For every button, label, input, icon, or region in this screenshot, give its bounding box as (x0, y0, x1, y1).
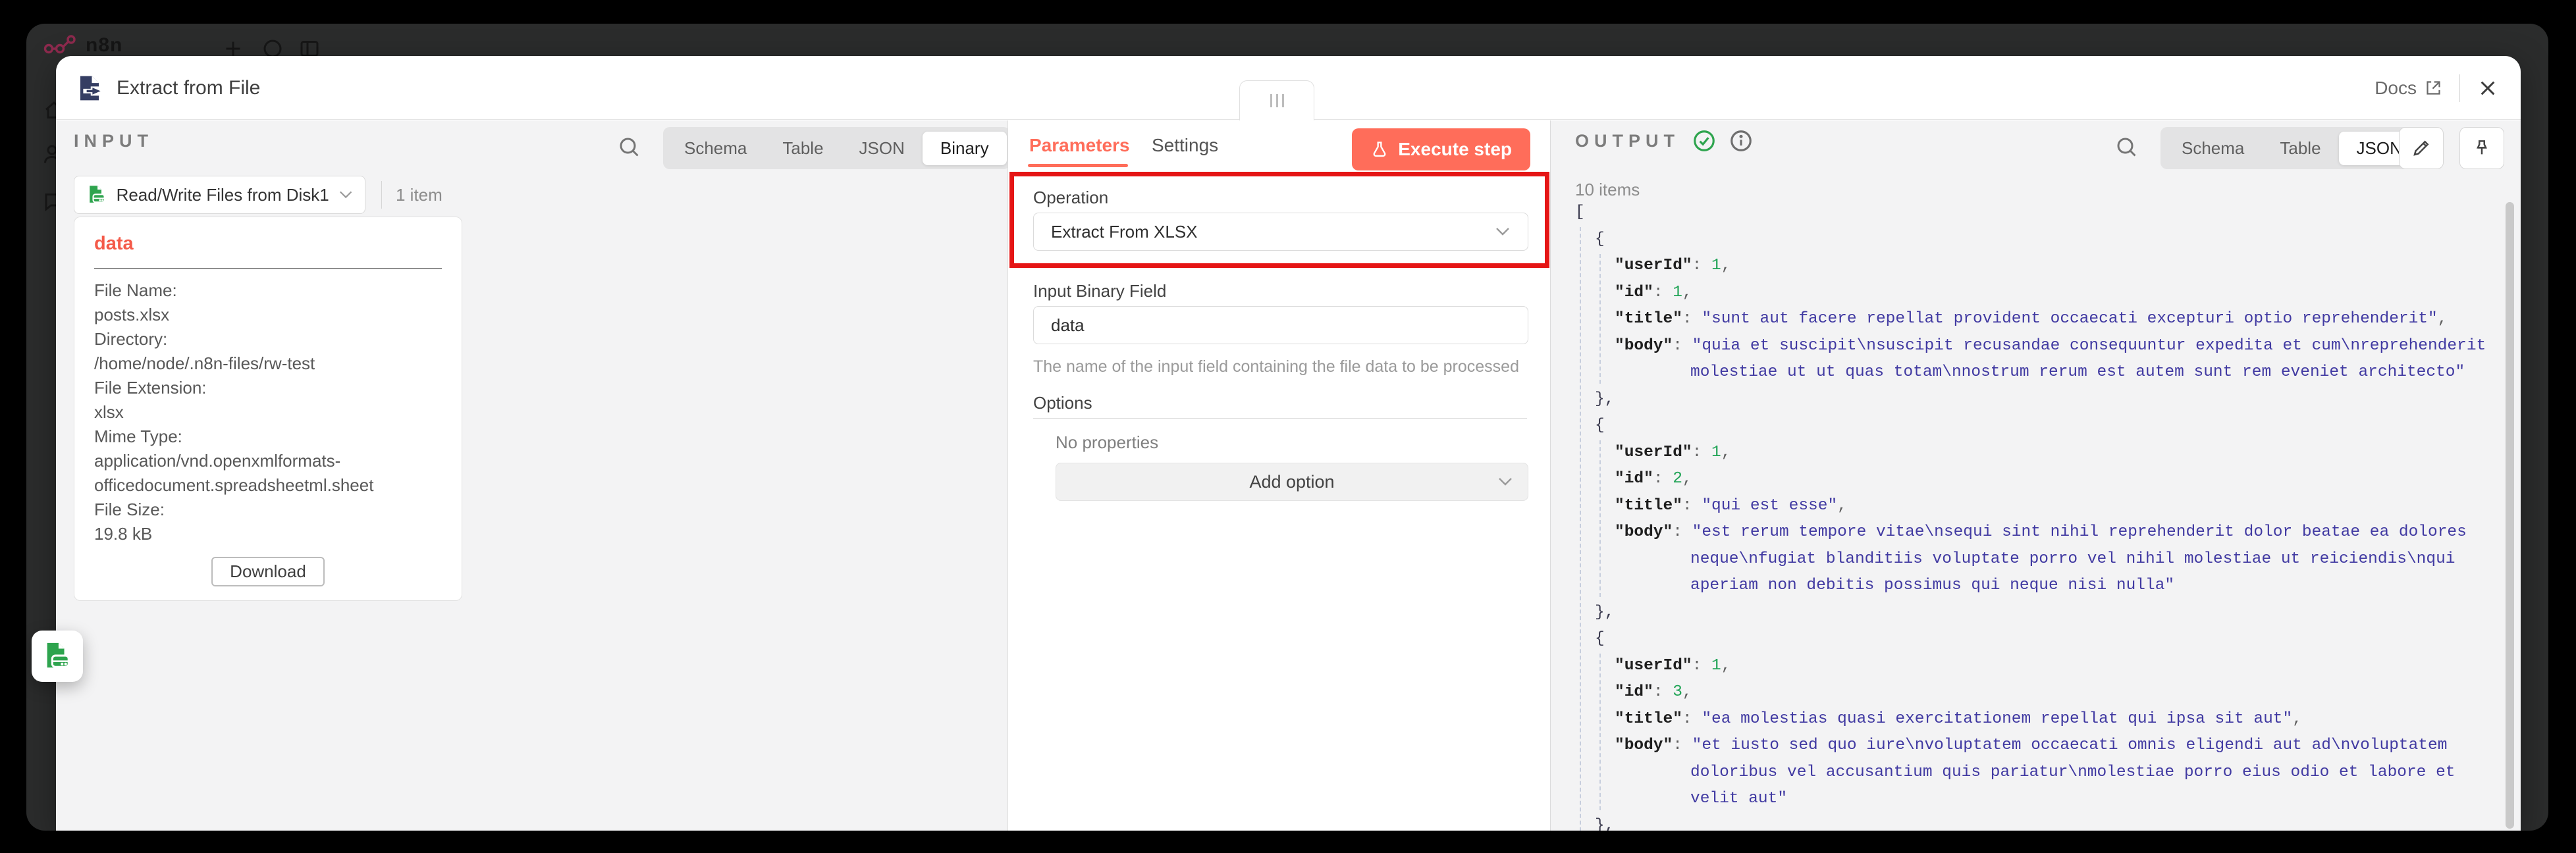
json-line: }, (1575, 386, 2510, 413)
n8n-logo-icon (43, 34, 76, 57)
options-empty-text: No properties (1056, 432, 1158, 453)
input-source-select[interactable]: Read/Write Files from Disk1 (74, 176, 365, 214)
download-button[interactable]: Download (211, 557, 325, 586)
input-label: INPUT (74, 131, 153, 151)
logo-text: n8n (86, 34, 122, 57)
pin-data-button[interactable] (2459, 127, 2504, 169)
edit-output-button[interactable] (2399, 127, 2444, 169)
file-meta-label: File Size: (94, 498, 442, 522)
pencil-icon (2411, 138, 2431, 158)
json-line: }, (1575, 813, 2510, 831)
info-icon[interactable] (1729, 128, 1754, 153)
card-divider (94, 268, 442, 269)
json-line: "body": "est rerum tempore vitae\nsequi … (1575, 519, 2510, 600)
flask-icon (1370, 140, 1389, 159)
json-line: "title": "qui est esse", (1575, 493, 2510, 520)
json-line: "title": "sunt aut facere repellat provi… (1575, 306, 2510, 333)
file-meta-label: File Name: (94, 278, 442, 303)
json-line: { (1575, 226, 2510, 253)
input-view-tabs: SchemaTableJSONBinary (663, 127, 1007, 169)
binary-data-card: data File Name:posts.xlsxDirectory:/home… (74, 217, 462, 601)
binary-field-input[interactable]: data (1033, 306, 1528, 344)
view-tab-json[interactable]: JSON (842, 132, 923, 165)
options-divider (1033, 418, 1527, 419)
view-tab-table[interactable]: Table (2262, 132, 2338, 165)
source-separator (381, 181, 382, 209)
docs-link[interactable]: Docs (2375, 78, 2442, 99)
external-link-icon (2425, 79, 2442, 97)
n8n-logo: n8n (43, 34, 122, 57)
json-line: "title": "ea molestias quasi exercitatio… (1575, 706, 2510, 733)
input-panel: INPUT SchemaTableJSONBinary Read/Write F… (56, 120, 1007, 831)
output-scrollbar[interactable] (2506, 202, 2514, 829)
tab-settings[interactable]: Settings (1152, 135, 1218, 156)
json-line: [ (1575, 199, 2510, 226)
file-meta-value: xlsx (94, 400, 442, 425)
json-code: [{"userId": 1,"id": 1,"title": "sunt aut… (1575, 199, 2510, 831)
json-line: { (1575, 413, 2510, 440)
binary-field-help: The name of the input field containing t… (1033, 357, 1519, 376)
app-window: n8n Extract from File Docs (26, 24, 2548, 831)
json-line: "userId": 1, (1575, 253, 2510, 280)
json-line: }, (1575, 600, 2510, 627)
output-panel: OUTPUT SchemaTableJSON 10 items [{"userI… (1551, 120, 2521, 831)
read-write-file-node-icon (86, 184, 107, 206)
binary-field-label: Input Binary Field (1033, 281, 1166, 301)
success-check-icon (1692, 128, 1717, 153)
input-source-label: Read/Write Files from Disk1 (117, 185, 329, 205)
file-meta-value: application/vnd.openxmlformats-officedoc… (94, 449, 442, 498)
output-item-count: 10 items (1575, 180, 1640, 200)
execute-step-button[interactable]: Execute step (1352, 128, 1530, 170)
file-meta-label: Mime Type: (94, 425, 442, 449)
view-tab-table[interactable]: Table (765, 132, 841, 165)
tab-parameters[interactable]: Parameters (1029, 135, 1130, 156)
file-meta-label: File Extension: (94, 376, 442, 400)
json-line: "id": 3, (1575, 679, 2510, 706)
output-search-icon[interactable] (2114, 135, 2138, 159)
close-icon[interactable] (2477, 78, 2498, 99)
parameters-panel: Parameters Settings Execute step Operati… (1007, 120, 1551, 831)
extract-from-file-modal: Extract from File Docs INPUT SchemaTable… (56, 56, 2521, 831)
input-search-icon[interactable] (617, 135, 641, 159)
binary-field-name: data (94, 233, 442, 255)
chevron-down-icon (1497, 477, 1513, 486)
panel-drag-handle[interactable] (1239, 80, 1314, 120)
pin-icon (2472, 138, 2492, 158)
file-meta-label: Directory: (94, 327, 442, 351)
file-meta-value: posts.xlsx (94, 303, 442, 327)
json-line: "body": "quia et suscipit\nsuscipit recu… (1575, 333, 2510, 386)
view-tab-binary[interactable]: Binary (923, 132, 1007, 165)
chevron-down-icon (1495, 227, 1511, 236)
json-line: "body": "et iusto sed quo iure\nvoluptat… (1575, 733, 2510, 813)
json-line: { (1575, 626, 2510, 653)
modal-title: Extract from File (117, 77, 260, 99)
file-meta-value: 19.8 kB (94, 522, 442, 546)
output-view-tabs: SchemaTableJSON (2160, 127, 2423, 169)
json-line: "id": 2, (1575, 466, 2510, 493)
read-write-file-node-bubble[interactable] (32, 631, 83, 682)
output-label: OUTPUT (1575, 131, 1680, 151)
active-tab-underline (1028, 164, 1128, 167)
json-line: "userId": 1, (1575, 653, 2510, 680)
binary-file-meta: File Name:posts.xlsxDirectory:/home/node… (94, 278, 442, 546)
view-tab-schema[interactable]: Schema (2164, 132, 2262, 165)
chevron-down-icon (338, 190, 353, 199)
header-divider (2459, 74, 2460, 102)
read-write-file-node-icon (42, 641, 72, 671)
input-item-count: 1 item (396, 185, 443, 205)
json-line: "userId": 1, (1575, 440, 2510, 467)
add-option-button[interactable]: Add option (1056, 463, 1528, 501)
operation-select[interactable]: Extract From XLSX (1033, 213, 1528, 251)
extract-from-file-node-icon (76, 74, 103, 102)
file-meta-value: /home/node/.n8n-files/rw-test (94, 351, 442, 376)
json-line: "id": 1, (1575, 280, 2510, 307)
operation-label: Operation (1033, 188, 1108, 208)
options-label: Options (1033, 393, 1092, 413)
view-tab-schema[interactable]: Schema (666, 132, 765, 165)
